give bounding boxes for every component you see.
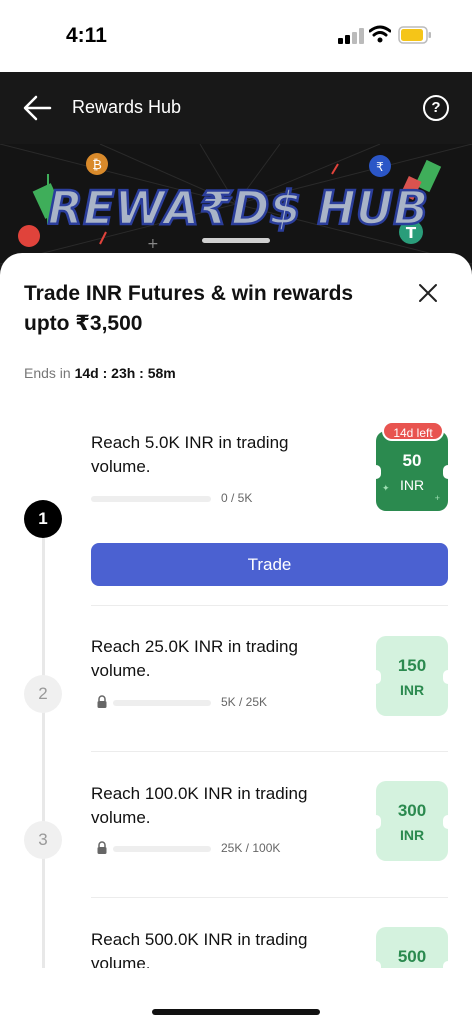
close-icon[interactable] [416,281,440,305]
bottom-safe-area [0,968,472,1024]
drag-handle[interactable] [202,238,270,243]
lock-icon [97,695,107,708]
reward-ticket: 300 INR [371,781,453,861]
divider [91,751,448,752]
lock-icon [97,841,107,854]
svg-text:₿: ₿ [92,158,102,173]
home-indicator[interactable] [152,1009,320,1015]
svg-text:₹: ₹ [376,160,384,174]
help-icon[interactable]: ? [423,95,449,121]
countdown-timer: 14d : 23h : 58m [74,365,176,381]
progress-text: 25K / 100K [221,841,281,855]
time-left-badge: 14d left [382,421,444,441]
banner-graphic: ₿ ₹ T + REWA₹D$ HUB [0,144,472,264]
reward-amount: 150 [397,656,427,675]
cellular-signal-icon [338,28,364,44]
reward-ticket: 150 INR [371,636,453,716]
reward-ticket: 50 INR ✦ + [371,431,453,511]
page-title: Rewards Hub [72,97,182,117]
sheet-title: Trade INR Futures & win rewards upto ₹3,… [24,282,354,335]
trade-button[interactable]: Trade [91,543,448,586]
reward-amount: 50 [402,451,422,470]
status-time: 4:11 [66,24,107,47]
progress-text: 0 / 5K [221,491,253,505]
app-header: Rewards Hub ? [0,72,472,144]
reward-amount: 300 [397,801,427,820]
divider [91,897,448,898]
back-arrow-icon[interactable] [22,94,54,122]
wifi-icon [369,25,391,43]
task-title: Reach 5.0K INR in trading volume. [91,433,289,476]
progress-bar [91,496,211,502]
task-title: Reach 25.0K INR in trading volume. [91,637,298,680]
ends-row: Ends in 14d : 23h : 58m [24,365,176,381]
svg-text:+: + [147,236,159,252]
task-title: Reach 100.0K INR in trading volume. [91,784,308,827]
timeline-line [42,503,45,973]
divider [91,605,448,606]
reward-amount: 500 [397,947,427,966]
battery-icon [398,26,431,44]
ends-label: Ends in [24,365,71,381]
step-number: 1 [24,500,62,538]
banner-title: REWA₹D$ HUB [48,181,429,235]
progress-text: 5K / 25K [221,695,268,709]
progress-bar [113,846,211,852]
step-number: 3 [24,821,62,859]
reward-currency: INR [399,827,425,843]
reward-task-sheet: Trade INR Futures & win rewards upto ₹3,… [0,253,472,1024]
progress-bar [113,700,211,706]
rewards-hub-banner: ₿ ₹ T + REWA₹D$ HUB [0,144,472,264]
status-bar: 4:11 [0,0,472,72]
reward-currency: INR [399,682,425,698]
step-number: 2 [24,675,62,713]
